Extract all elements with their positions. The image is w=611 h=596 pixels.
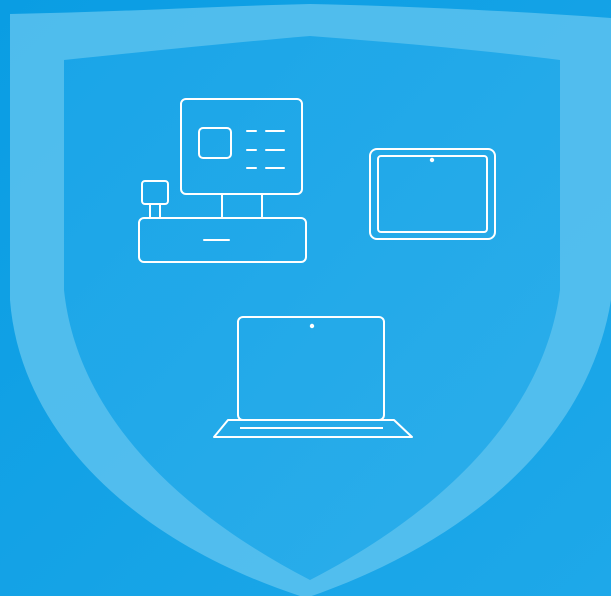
security-illustration [0,0,611,596]
illustration-svg [0,0,611,596]
